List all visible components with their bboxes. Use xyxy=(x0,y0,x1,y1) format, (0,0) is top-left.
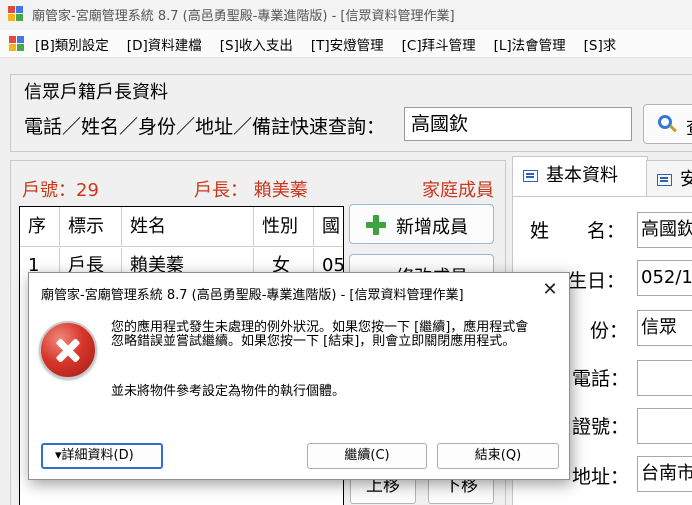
id-number-field[interactable] xyxy=(637,408,692,444)
exception-detail: 並未將物件參考設定為物件的執行個體。 xyxy=(111,384,346,399)
quit-button[interactable]: 結束(Q) xyxy=(437,443,559,469)
name-label: 姓 名： xyxy=(530,220,626,242)
app-logo-icon xyxy=(8,6,24,22)
title-bar: 廟管家-宮廟管理系統 8.7 (高邑勇聖殿-專業進階版) - [信眾資料管理作業… xyxy=(0,0,692,28)
error-icon xyxy=(39,321,97,379)
continue-button[interactable]: 繼續(C) xyxy=(307,443,427,469)
menu-item-more[interactable]: [S]求 xyxy=(584,34,617,54)
table-header: 序 標示 姓名 性別 國 xyxy=(20,207,343,247)
search-button[interactable]: 查 xyxy=(643,104,692,144)
column-header-index[interactable]: 序 xyxy=(20,207,60,247)
details-button[interactable]: ▾詳細資料(D) xyxy=(41,443,163,469)
add-member-button[interactable]: 新增成員 xyxy=(349,204,494,244)
window-title: 廟管家-宮廟管理系統 8.7 (高邑勇聖殿-專業進階版) - [信眾資料管理作業… xyxy=(32,8,455,24)
phone-label: 電話： xyxy=(572,368,630,390)
birth-field[interactable]: 052/10 xyxy=(637,260,692,296)
menu-item-lamp-management[interactable]: [T]安燈管理 xyxy=(311,34,384,54)
column-header-birth[interactable]: 國 xyxy=(314,207,343,247)
menu-item-category-settings[interactable]: [B]類別設定 xyxy=(35,34,109,54)
household-head: 戶長： 賴美蓁 xyxy=(194,180,308,201)
tab-basic-info[interactable]: 基本資料 xyxy=(512,156,648,196)
menu-item-dipper-management[interactable]: [C]拜斗管理 xyxy=(402,34,476,54)
address-label: 地址： xyxy=(572,466,630,488)
search-input[interactable]: 高國欽 xyxy=(404,107,632,141)
menu-bar: [B]類別設定 [D]資料建檔 [S]收入支出 [T]安燈管理 [C]拜斗管理 … xyxy=(0,30,692,58)
column-header-tag[interactable]: 標示 xyxy=(60,207,122,247)
family-members-title: 家庭成員 xyxy=(422,180,494,201)
identity-label: 份： xyxy=(590,320,629,342)
search-group-title: 信眾戶籍戶長資料 xyxy=(22,78,170,104)
address-field[interactable]: 台南市 xyxy=(637,456,692,492)
column-header-gender[interactable]: 性別 xyxy=(254,207,314,247)
error-dialog: 廟管家-宮廟管理系統 8.7 (高邑勇聖殿-專業進階版) - [信眾資料管理作業… xyxy=(28,272,570,480)
plus-icon xyxy=(366,215,386,235)
menu-item-income-expense[interactable]: [S]收入支出 xyxy=(220,34,293,54)
column-header-name[interactable]: 姓名 xyxy=(122,207,254,247)
form-icon xyxy=(657,174,672,186)
menu-item-data-entry[interactable]: [D]資料建檔 xyxy=(127,34,202,54)
phone-field[interactable] xyxy=(637,360,692,396)
app-menu-icon[interactable] xyxy=(9,35,25,52)
form-icon xyxy=(523,170,538,182)
household-number: 戶號：29 xyxy=(22,180,99,201)
name-field[interactable]: 高國欽 xyxy=(637,212,692,248)
menu-item-ceremony-management[interactable]: [L]法會管理 xyxy=(494,34,566,54)
dialog-title: 廟管家-宮廟管理系統 8.7 (高邑勇聖殿-專業進階版) - [信眾資料管理作業… xyxy=(41,288,464,303)
search-label: 電話／姓名／身份／地址／備註快速查詢： xyxy=(24,116,386,138)
id-number-label: 證號： xyxy=(572,416,630,438)
close-icon[interactable]: ✕ xyxy=(539,279,561,301)
dialog-message: 您的應用程式發生未處理的例外狀況。如果您按一下 [繼續]，應用程式會忽略錯誤並嘗… xyxy=(111,320,529,349)
tab-lamp[interactable]: 安 xyxy=(646,160,692,200)
identity-field[interactable]: 信眾 xyxy=(637,310,692,346)
